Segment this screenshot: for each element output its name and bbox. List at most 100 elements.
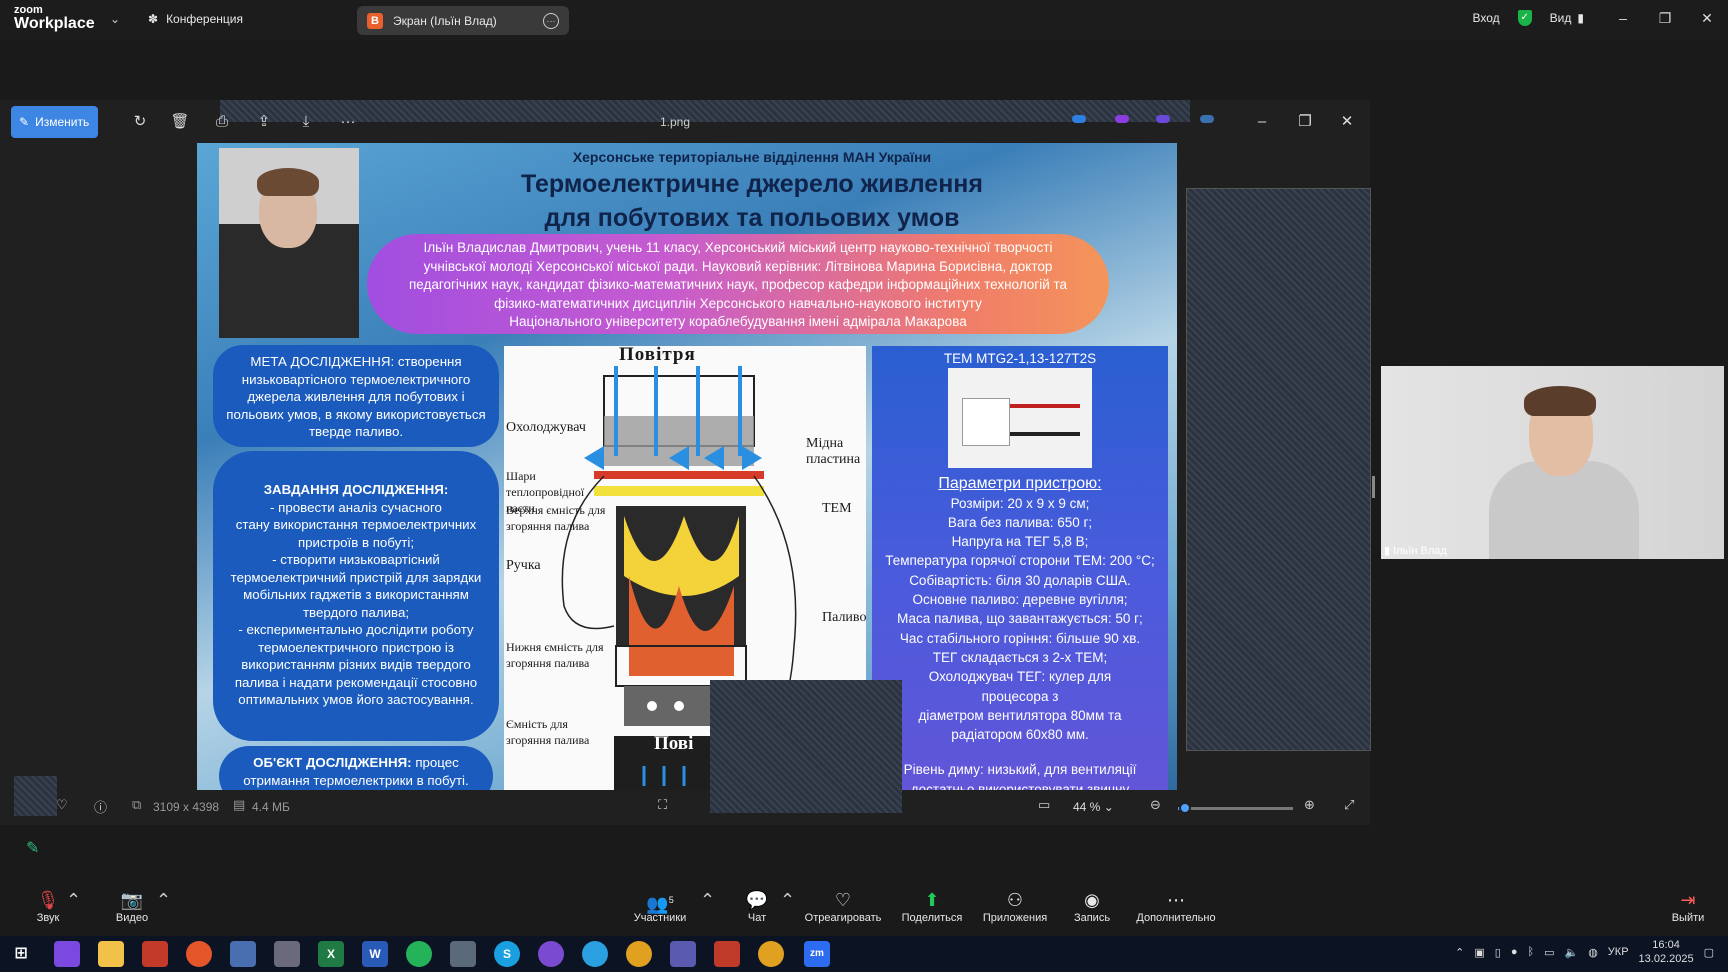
participants-icon: 👥5: [646, 894, 674, 914]
zoom-slider[interactable]: [1178, 807, 1293, 810]
label-upper: Верхня ємність для згоряння палива: [506, 503, 606, 533]
app-icon[interactable]: [714, 941, 740, 967]
designer-icon[interactable]: [1156, 115, 1170, 123]
word-icon[interactable]: W: [362, 941, 388, 967]
param-line: ТЕГ складається з 2-х ТЕМ;: [932, 649, 1108, 665]
onedrive-icon[interactable]: [1200, 115, 1214, 123]
edit-icon: ✎: [19, 115, 30, 129]
zoom-out-icon[interactable]: ⊖: [1150, 797, 1161, 813]
video-button[interactable]: 📷 Видео: [110, 888, 154, 924]
rotate-icon[interactable]: ↻: [130, 112, 150, 132]
participant-video[interactable]: [1381, 366, 1724, 559]
chrome-icon[interactable]: [758, 941, 784, 967]
maximize-icon[interactable]: ❐: [1644, 10, 1686, 27]
share-image-icon[interactable]: ⇪: [254, 112, 274, 132]
task-line: мобільних гаджетів з використанням: [243, 587, 469, 602]
conference-label: Конференция: [166, 12, 243, 26]
windows-start-icon[interactable]: ⊞: [8, 941, 34, 967]
volume-icon[interactable]: 🔈: [1564, 946, 1578, 959]
participants-menu-chevron[interactable]: ⌃: [700, 888, 715, 912]
tray-app-icon[interactable]: ▣: [1474, 946, 1484, 959]
usb-icon[interactable]: ▯: [1495, 946, 1501, 959]
chat-menu-chevron[interactable]: ⌃: [780, 888, 795, 912]
whatsapp-icon[interactable]: [406, 941, 432, 967]
audio-menu-chevron[interactable]: ⌃: [66, 888, 81, 912]
file-explorer-icon[interactable]: [98, 941, 124, 967]
leave-button[interactable]: ⇥ Выйти: [1668, 888, 1708, 924]
chevron-down-icon[interactable]: ⌄: [110, 12, 120, 26]
audio-button[interactable]: 🎙 Звук: [28, 888, 68, 924]
param-line: процесора з: [981, 688, 1059, 704]
excel-icon[interactable]: X: [318, 941, 344, 967]
security-shield-icon[interactable]: ✓: [1517, 10, 1532, 26]
close-icon[interactable]: ✕: [1686, 10, 1728, 27]
chat-label: Чат: [747, 912, 767, 924]
share-screen-icon: ⬆: [924, 890, 940, 910]
calculator-icon[interactable]: [274, 941, 300, 967]
edit-button[interactable]: ✎ Изменить: [11, 106, 98, 138]
app-icon[interactable]: [142, 941, 168, 967]
fit-screen-icon[interactable]: ▭: [1038, 797, 1050, 813]
more-icon[interactable]: ···: [338, 112, 358, 132]
app-icon[interactable]: [670, 941, 696, 967]
shared-screen-pill[interactable]: B Экран (Ільїн Влад) ···: [357, 6, 569, 35]
telegram-icon[interactable]: [582, 941, 608, 967]
app-icon[interactable]: [230, 941, 256, 967]
zoom-in-icon[interactable]: ⊕: [1304, 797, 1315, 813]
save-icon[interactable]: ⤓: [296, 112, 316, 132]
label-bottom-air: Пові: [654, 733, 694, 754]
zoom-logo[interactable]: zoom Workplace: [14, 5, 95, 32]
more-dots-icon: ⋯: [1167, 890, 1185, 910]
view-button[interactable]: Вид ▮: [1550, 11, 1584, 25]
info-icon[interactable]: ⓘ: [94, 797, 107, 816]
language-indicator[interactable]: УКР: [1608, 946, 1629, 958]
print-icon[interactable]: ⎙: [212, 112, 232, 132]
copilot-app-icon[interactable]: [54, 941, 80, 967]
apps-button[interactable]: ⚇ Приложения: [980, 888, 1050, 924]
more-button[interactable]: ⋯ Дополнительно: [1134, 888, 1218, 924]
copilot-icon[interactable]: [1115, 115, 1129, 123]
heart-icon: ♡: [834, 890, 852, 910]
cloud-icon[interactable]: [1072, 115, 1086, 123]
zoom-level[interactable]: 44 % ⌄: [1073, 800, 1114, 814]
fullscreen-icon[interactable]: ⤢: [1344, 797, 1354, 813]
network-icon[interactable]: ▭: [1544, 946, 1554, 959]
task-line: стану використання термоелектричних: [235, 517, 477, 532]
viber-icon[interactable]: [538, 941, 564, 967]
conference-button[interactable]: ✽ Конференция: [148, 12, 243, 26]
zoom-app-icon[interactable]: zm: [804, 941, 830, 967]
chat-button[interactable]: 💬 Чат: [742, 888, 772, 924]
camera-app-icon[interactable]: [450, 941, 476, 967]
share-button[interactable]: ⬆ Поделиться: [900, 888, 964, 924]
viewer-minimize-icon[interactable]: –: [1252, 112, 1272, 132]
browser-icon[interactable]: [186, 941, 212, 967]
scan-icon[interactable]: ⛶: [658, 797, 667, 813]
notifications-icon[interactable]: ▢: [1704, 946, 1714, 959]
react-button[interactable]: ♡ Отреагировать: [804, 888, 882, 924]
viewer-maximize-icon[interactable]: ❐: [1295, 112, 1315, 132]
bluetooth-icon[interactable]: ᛒ: [1527, 946, 1534, 958]
minimize-icon[interactable]: –: [1602, 10, 1644, 26]
screen-label: Экран (Ільїн Влад): [393, 13, 497, 28]
signin-button[interactable]: Вход: [1473, 11, 1500, 25]
skype-icon[interactable]: S: [494, 941, 520, 967]
poster-org: Херсонське територіальне відділення МАН …: [572, 149, 932, 165]
video-menu-chevron[interactable]: ⌃: [156, 888, 171, 912]
tray-expand-icon[interactable]: ⌃: [1455, 946, 1464, 959]
tray-app-icon[interactable]: ●: [1511, 946, 1518, 958]
more-options-icon[interactable]: ···: [543, 12, 559, 29]
participants-button[interactable]: 👥5 Участники: [630, 888, 690, 924]
panel-resize-handle[interactable]: [1372, 476, 1375, 498]
viewer-close-icon[interactable]: ✕: [1337, 112, 1357, 132]
zoom-level-value: 44 %: [1073, 800, 1101, 814]
security-tray-icon[interactable]: ◍: [1588, 946, 1598, 959]
annotate-pen-icon[interactable]: ✎: [26, 838, 52, 864]
record-button[interactable]: ◉ Запись: [1070, 888, 1114, 924]
delete-icon[interactable]: 🗑: [170, 112, 190, 132]
param-line: радіатором 60х80 мм.: [951, 727, 1089, 743]
clock[interactable]: 16:04 13.02.2025: [1639, 938, 1694, 966]
chrome-icon[interactable]: [626, 941, 652, 967]
apps-label: Приложения: [982, 912, 1048, 924]
favorite-icon[interactable]: ♡: [56, 797, 68, 813]
zoom-slider-thumb[interactable]: [1178, 802, 1191, 814]
